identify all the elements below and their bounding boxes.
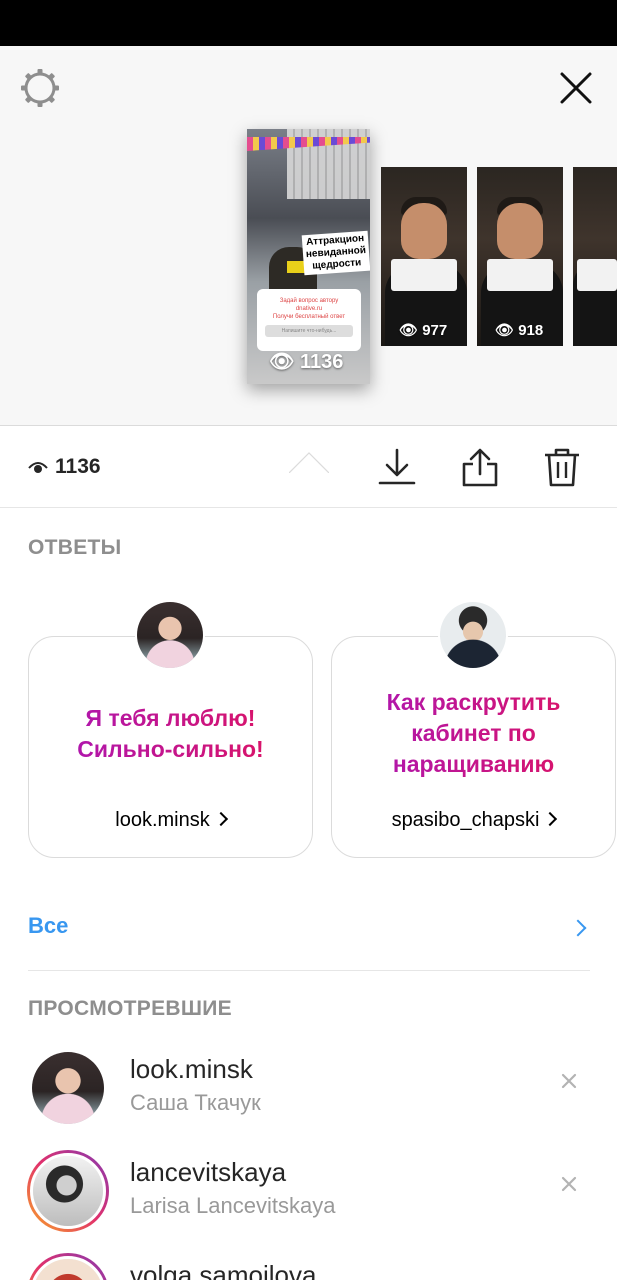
avatar[interactable] — [27, 1253, 109, 1280]
sticker-line-1: Задай вопрос автору — [279, 298, 339, 304]
eye-icon — [28, 462, 48, 473]
chevron-right-icon — [569, 919, 587, 937]
viewer-row[interactable]: lancevitskaya Larisa Lancevitskaya — [0, 1149, 617, 1239]
answer-author[interactable]: look.minsk — [29, 809, 312, 832]
avatar[interactable] — [32, 1052, 104, 1124]
views-count: 1136 — [55, 455, 101, 478]
viewer-username: lancevitskaya — [130, 1157, 287, 1187]
answer-author-name: spasibo_chapski — [391, 809, 540, 831]
answer-text: Я тебя люблю! Сильно-сильно! — [39, 703, 302, 765]
viewer-row[interactable]: volga.samoilova — [0, 1252, 617, 1280]
story-image-face — [497, 203, 543, 259]
status-bar — [0, 0, 617, 46]
question-sticker: Задай вопрос автору dnative.ru Получи бе… — [257, 289, 361, 351]
story-view-count: 👁 977 — [399, 321, 447, 339]
viewers-section-title: ПРОСМОТРЕВШИЕ — [28, 997, 232, 1020]
story-thumbnail[interactable] — [573, 167, 617, 346]
eye-icon: 👁 — [495, 322, 515, 339]
story-views-value: 1136 — [299, 351, 344, 373]
divider — [28, 970, 590, 971]
story-actions-bar: 1136 — [0, 426, 617, 508]
avatar[interactable] — [135, 600, 205, 670]
viewer-username: volga.samoilova — [130, 1260, 317, 1280]
story-header: Аттракцион невиданной щедрости Задай воп… — [0, 46, 617, 473]
story-image-face — [401, 203, 447, 259]
story-views-value: 918 — [518, 322, 544, 339]
see-all-answers-link[interactable]: Все — [28, 913, 590, 947]
settings-icon[interactable] — [18, 66, 62, 110]
chevron-right-icon — [213, 811, 228, 827]
viewer-fullname: Саша Ткачук — [130, 1090, 261, 1115]
close-icon[interactable] — [556, 68, 596, 108]
download-icon[interactable] — [377, 446, 417, 488]
viewer-row[interactable]: look.minsk Саша Ткачук — [0, 1046, 617, 1136]
share-icon[interactable] — [460, 446, 500, 488]
eye-icon: 👁 — [399, 322, 419, 339]
sticker-line-3: Получи бесплатный ответ — [272, 314, 346, 320]
story-view-count: 👁 1136 — [269, 349, 343, 374]
question-sticker — [577, 259, 617, 291]
story-thumbnail[interactable]: 👁 977 — [381, 167, 467, 346]
story-thumbnail-selected[interactable]: Аттракцион невиданной щедрости Задай воп… — [247, 129, 370, 384]
viewer-fullname: Larisa Lancevitskaya — [130, 1193, 336, 1218]
answer-author-name: look.minsk — [115, 809, 210, 831]
story-caption: Аттракцион невиданной щедрости — [301, 230, 370, 276]
story-thumbnail[interactable]: 👁 918 — [477, 167, 563, 346]
story-view-count: 👁 918 — [495, 321, 543, 339]
sticker-line-2: dnative.ru — [295, 306, 323, 312]
avatar[interactable] — [438, 600, 508, 670]
answer-author[interactable]: spasibo_chapski — [332, 809, 615, 832]
chevron-right-icon — [543, 811, 558, 827]
see-all-label: Все — [28, 913, 69, 938]
question-sticker — [391, 259, 457, 291]
story-views-value: 977 — [422, 322, 448, 339]
dismiss-icon[interactable] — [560, 1072, 578, 1090]
dismiss-icon[interactable] — [560, 1175, 578, 1193]
avatar[interactable] — [27, 1150, 109, 1232]
answer-text: Как раскрутить кабинет по наращиванию — [342, 687, 605, 780]
sticker-input: Напишите что-нибудь... — [265, 325, 353, 337]
viewer-username: look.minsk — [130, 1054, 253, 1084]
eye-icon: 👁 — [269, 351, 295, 373]
trash-icon[interactable] — [542, 446, 582, 488]
question-sticker — [487, 259, 553, 291]
answers-section-title: ОТВЕТЫ — [28, 536, 122, 559]
